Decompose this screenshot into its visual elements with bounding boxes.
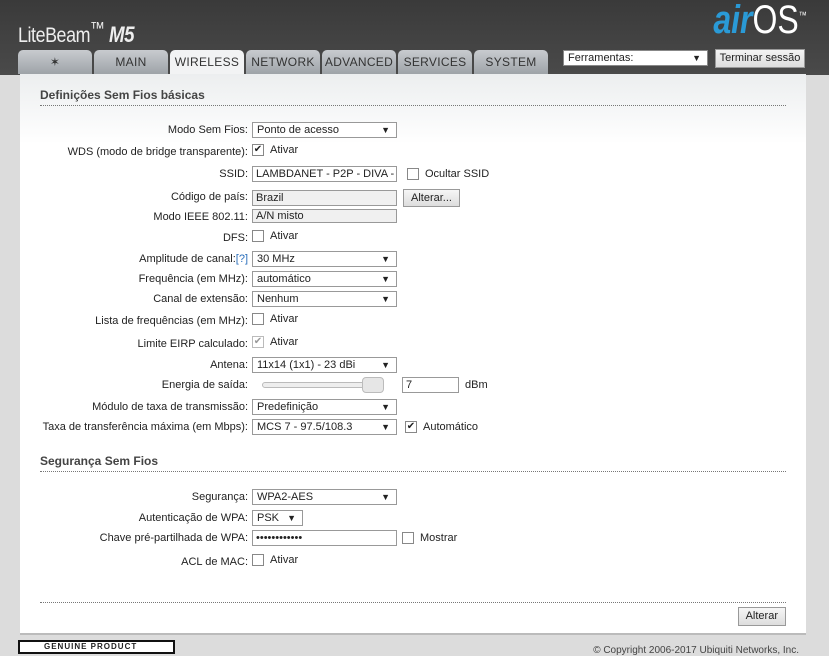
label: Energia de saída:: [161, 379, 248, 391]
wireless-panel: Definições Sem Fios básicas Modo Sem Fio…: [20, 74, 806, 635]
dropdown-arrow-icon: ▼: [381, 294, 390, 304]
label: Modo Sem Fios:: [167, 124, 248, 136]
dfs-checkbox[interactable]: [252, 230, 264, 242]
wds-text: Ativar: [270, 144, 299, 156]
divider: [40, 602, 786, 603]
label: Taxa de transferência máxima (em Mbps):: [42, 421, 248, 433]
label: Módulo de taxa de transmissão:: [92, 401, 248, 413]
section-title-basic: Definições Sem Fios básicas: [40, 88, 786, 106]
label: Segurança:: [191, 491, 248, 503]
power-unit: dBm: [465, 379, 488, 391]
dropdown-arrow-icon: ▼: [381, 422, 390, 432]
dropdown-arrow-icon: ▼: [692, 53, 701, 63]
genuine-product-badge: GENUINE PRODUCT: [18, 640, 175, 654]
product-logo: LiteBeam™ M5: [18, 18, 135, 47]
label: Antena:: [210, 359, 248, 371]
max-rate-select[interactable]: MCS 7 - 97.5/108.3 ▼: [252, 419, 397, 435]
frequency-select[interactable]: automático ▼: [252, 271, 397, 287]
tab-advanced[interactable]: ADVANCED: [322, 50, 396, 74]
label: Lista de frequências (em MHz):: [95, 315, 248, 327]
help-link[interactable]: [?]: [236, 253, 248, 265]
header: LiteBeam™ M5 airOS™ ✶ MAIN WIRELESS NETW…: [0, 0, 829, 75]
tab-wireless[interactable]: WIRELESS: [170, 50, 244, 75]
wpa-auth-select[interactable]: PSK ▼: [252, 510, 303, 526]
antenna-select[interactable]: 11x14 (1x1) - 23 dBi ▼: [252, 357, 397, 373]
dropdown-arrow-icon: ▼: [381, 125, 390, 135]
extension-channel-select[interactable]: Nenhum ▼: [252, 291, 397, 307]
hide-ssid-checkbox[interactable]: [407, 168, 419, 180]
output-power-slider[interactable]: [262, 377, 384, 393]
mac-acl-text: Ativar: [270, 554, 299, 566]
label: ACL de MAC:: [181, 556, 248, 568]
hide-ssid-label: Ocultar SSID: [425, 168, 490, 180]
label: WDS (modo de bridge transparente):: [67, 146, 248, 158]
label: Autenticação de WPA:: [138, 512, 248, 524]
label: Frequência (em MHz):: [138, 273, 248, 285]
label: Amplitude de canal:[?]: [139, 253, 248, 265]
dropdown-arrow-icon: ▼: [381, 492, 390, 502]
airos-logo: airOS™: [713, 0, 807, 42]
rate-module-select[interactable]: Predefinição ▼: [252, 399, 397, 415]
wpa-key-input[interactable]: ••••••••••••: [252, 530, 397, 546]
freq-list-text: Ativar: [270, 313, 299, 325]
label: Canal de extensão:: [153, 293, 248, 305]
eirp-text: Ativar: [270, 336, 299, 348]
dfs-text: Ativar: [270, 230, 299, 242]
dropdown-arrow-icon: ▼: [381, 402, 390, 412]
eirp-checkbox[interactable]: ✔: [252, 336, 264, 348]
channel-width-select[interactable]: 30 MHz ▼: [252, 251, 397, 267]
dropdown-arrow-icon: ▼: [381, 254, 390, 264]
country-field: Brazil: [252, 190, 397, 206]
label: Modo IEEE 802.11:: [153, 211, 248, 223]
security-select[interactable]: WPA2-AES ▼: [252, 489, 397, 505]
main-tabs: ✶ MAIN WIRELESS NETWORK ADVANCED SERVICE…: [18, 50, 548, 75]
dropdown-arrow-icon: ▼: [381, 360, 390, 370]
show-key-checkbox[interactable]: [402, 532, 414, 544]
wds-checkbox[interactable]: ✔: [252, 144, 264, 156]
auto-rate-checkbox[interactable]: ✔: [405, 421, 417, 433]
change-country-button[interactable]: Alterar...: [403, 189, 460, 207]
auto-rate-label: Automático: [423, 421, 479, 433]
show-key-label: Mostrar: [420, 532, 458, 544]
tab-system[interactable]: SYSTEM: [474, 50, 548, 74]
dropdown-arrow-icon: ▼: [287, 513, 296, 523]
ieee-mode-field: A/N misto: [252, 209, 397, 223]
section-title-security: Segurança Sem Fios: [40, 454, 786, 472]
tab-network[interactable]: NETWORK: [246, 50, 320, 74]
label: Código de país:: [170, 191, 248, 203]
label: Limite EIRP calculado:: [137, 338, 248, 350]
label: SSID:: [219, 168, 248, 180]
apply-button[interactable]: Alterar: [737, 607, 786, 626]
tab-services[interactable]: SERVICES: [398, 50, 472, 74]
tab-main[interactable]: MAIN: [94, 50, 168, 74]
ssid-input[interactable]: LAMBDANET - P2P - DIVA -: [252, 166, 397, 182]
dropdown-arrow-icon: ▼: [381, 274, 390, 284]
ubiquiti-logo-icon: ✶: [49, 55, 61, 69]
tools-select[interactable]: Ferramentas: ▼: [563, 50, 708, 66]
mac-acl-checkbox[interactable]: [252, 554, 264, 566]
logout-button[interactable]: Terminar sessão: [715, 49, 805, 68]
freq-list-checkbox[interactable]: [252, 313, 264, 325]
slider-handle[interactable]: [362, 377, 384, 393]
tab-ubnt-logo[interactable]: ✶: [18, 50, 92, 74]
label: DFS:: [222, 232, 248, 244]
output-power-input[interactable]: 7: [402, 377, 459, 393]
label: Chave pré-partilhada de WPA:: [99, 532, 248, 544]
wireless-mode-select[interactable]: Ponto de acesso ▼: [252, 122, 397, 138]
